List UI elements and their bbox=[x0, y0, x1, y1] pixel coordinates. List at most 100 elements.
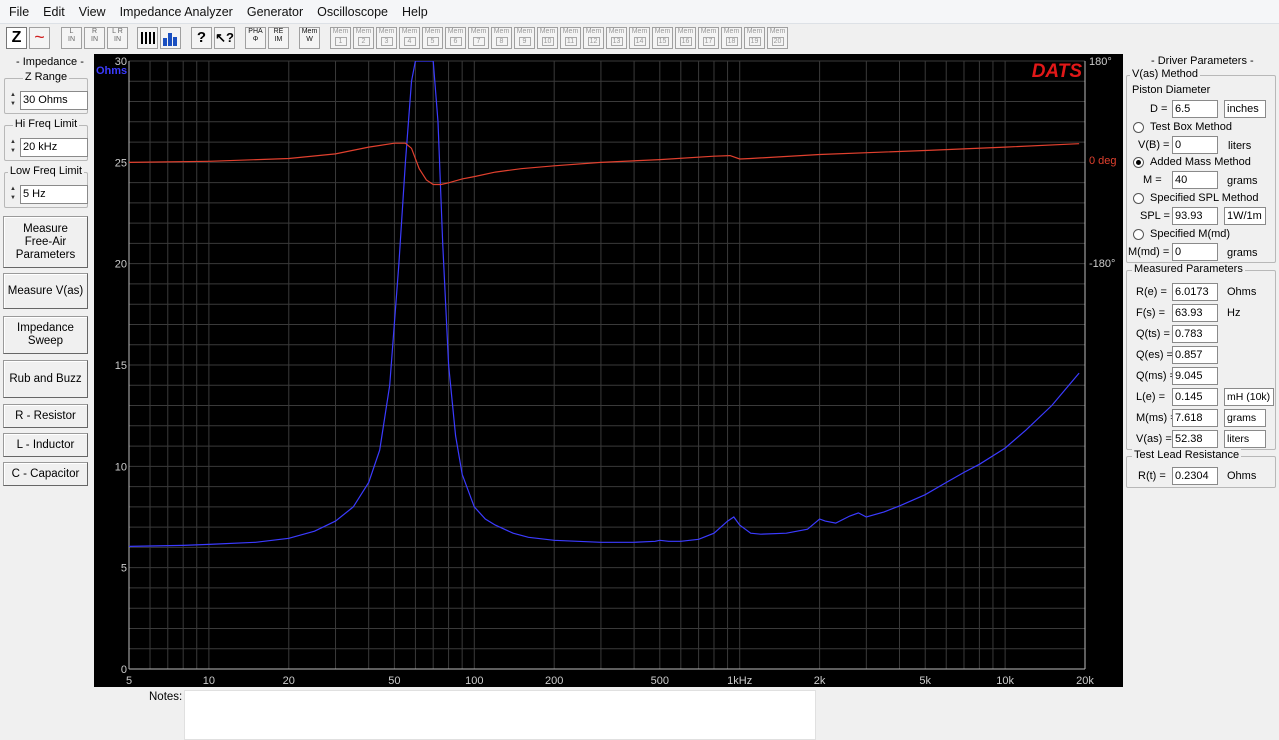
lr-input-button[interactable]: L R IN bbox=[107, 27, 128, 49]
lr-input-button-label: L R IN bbox=[112, 28, 123, 43]
waveform-mode-button[interactable]: ~ bbox=[29, 27, 50, 49]
memory-slot-button[interactable]: Mem 19 bbox=[744, 27, 765, 49]
toolbar: Z ~ L IN R IN L R IN? ↖? PHA Φ RE IM Mem W Mem 1 Me… bbox=[0, 24, 1279, 54]
low-freq-spinner[interactable]: ▲ ▼ 5 Hz bbox=[8, 185, 88, 204]
memory-slot-button[interactable]: Mem 4 bbox=[399, 27, 420, 49]
spl-input[interactable]: 93.93 bbox=[1172, 207, 1218, 225]
hi-freq-spinner[interactable]: ▲ ▼ 20 kHz bbox=[8, 138, 88, 157]
left-input-button[interactable]: L IN bbox=[61, 27, 82, 49]
menu-generator[interactable]: Generator bbox=[240, 5, 310, 19]
spinner-arrows-icon[interactable]: ▲ ▼ bbox=[8, 91, 18, 110]
added-mass-input[interactable]: 40 bbox=[1172, 171, 1218, 189]
memory-slot-number: 3 bbox=[380, 37, 393, 46]
menu-oscilloscope[interactable]: Oscilloscope bbox=[310, 5, 395, 19]
spl-label: SPL = bbox=[1140, 210, 1170, 222]
vb-input[interactable]: 0 bbox=[1172, 136, 1218, 154]
z-range-value[interactable]: 30 Ohms bbox=[20, 91, 88, 110]
phase-button[interactable]: PHA Φ bbox=[245, 27, 266, 49]
param-unit[interactable]: mH (10k) bbox=[1224, 388, 1274, 406]
y-tick-label: 5 bbox=[121, 563, 127, 575]
mmd-label: M(md) = bbox=[1128, 246, 1170, 258]
added-mass-radio[interactable] bbox=[1133, 157, 1144, 168]
z-range-group: Z Range ▲ ▼ 30 Ohms bbox=[4, 71, 88, 114]
memory-slot-number: 15 bbox=[656, 37, 669, 46]
test-box-radio[interactable] bbox=[1133, 122, 1144, 133]
menu-view[interactable]: View bbox=[72, 5, 113, 19]
memory-slot-button[interactable]: Mem 16 bbox=[675, 27, 696, 49]
piston-diameter-input[interactable]: 6.5 bbox=[1172, 100, 1218, 118]
y-tick-label: 15 bbox=[115, 360, 127, 372]
memory-slot-button[interactable]: Mem 3 bbox=[376, 27, 397, 49]
impedance-mode-button[interactable]: Z bbox=[6, 27, 27, 49]
memory-slot-button[interactable]: Mem 8 bbox=[491, 27, 512, 49]
help-icon: ? bbox=[196, 29, 207, 46]
impedance-sweep-button[interactable]: Impedance Sweep bbox=[3, 316, 88, 354]
memory-slot-button[interactable]: Mem 12 bbox=[583, 27, 604, 49]
menu-edit[interactable]: Edit bbox=[36, 5, 72, 19]
measure-vas-button[interactable]: Measure V(as) bbox=[3, 273, 88, 309]
right-input-button[interactable]: R IN bbox=[84, 27, 105, 49]
mmd-method-radio[interactable] bbox=[1133, 229, 1144, 240]
param-unit[interactable]: liters bbox=[1224, 430, 1266, 448]
x-tick-label: 5k bbox=[919, 675, 931, 687]
memory-slot-button[interactable]: Mem 14 bbox=[629, 27, 650, 49]
low-freq-label: Low Freq Limit bbox=[7, 165, 85, 177]
measure-free-air-button[interactable]: Measure Free-Air Parameters bbox=[3, 216, 88, 268]
context-help-button[interactable]: ↖? bbox=[214, 27, 235, 49]
mmd-input[interactable]: 0 bbox=[1172, 243, 1218, 261]
param-value: 6.0173 bbox=[1172, 283, 1218, 301]
memory-slot-button[interactable]: Mem 10 bbox=[537, 27, 558, 49]
real-imag-button-label: RE IM bbox=[273, 28, 284, 43]
spinner-arrows-icon[interactable]: ▲ ▼ bbox=[8, 185, 18, 204]
spinner-arrows-icon[interactable]: ▲ ▼ bbox=[8, 138, 18, 157]
phase-axis-label: -180° bbox=[1089, 258, 1115, 270]
memory-slot-label: Mem bbox=[355, 28, 372, 35]
vb-label: V(B) = bbox=[1138, 139, 1170, 151]
memory-slot-button[interactable]: Mem 13 bbox=[606, 27, 627, 49]
memory-slot-number: 5 bbox=[426, 37, 439, 46]
menu-help[interactable]: Help bbox=[395, 5, 435, 19]
menu-impedance-analyzer[interactable]: Impedance Analyzer bbox=[113, 5, 240, 19]
resistor-button[interactable]: R - Resistor bbox=[3, 404, 88, 428]
spl-method-radio[interactable] bbox=[1133, 193, 1144, 204]
histogram-view-button[interactable] bbox=[160, 27, 181, 49]
driver-params-title: - Driver Parameters - bbox=[1151, 55, 1254, 67]
memory-write-button-label: Mem W bbox=[301, 28, 318, 43]
inductor-button[interactable]: L - Inductor bbox=[3, 433, 88, 457]
param-unit[interactable]: grams bbox=[1224, 409, 1266, 427]
memory-slot-button[interactable]: Mem 20 bbox=[767, 27, 788, 49]
low-freq-value[interactable]: 5 Hz bbox=[20, 185, 88, 204]
diameter-unit-select[interactable]: inches bbox=[1224, 100, 1266, 118]
real-imag-button[interactable]: RE IM bbox=[268, 27, 289, 49]
help-button[interactable]: ? bbox=[191, 27, 212, 49]
memory-slot-button[interactable]: Mem 18 bbox=[721, 27, 742, 49]
memory-slot-number: 16 bbox=[679, 37, 692, 46]
impedance-title: - Impedance - bbox=[16, 56, 84, 68]
hi-freq-value[interactable]: 20 kHz bbox=[20, 138, 88, 157]
x-tick-label: 10k bbox=[996, 675, 1014, 687]
capacitor-button[interactable]: C - Capacitor bbox=[3, 462, 88, 486]
memory-slot-button[interactable]: Mem 15 bbox=[652, 27, 673, 49]
memory-slot-button[interactable]: Mem 17 bbox=[698, 27, 719, 49]
memory-slot-number: 19 bbox=[748, 37, 761, 46]
memory-slot-button[interactable]: Mem 9 bbox=[514, 27, 535, 49]
memory-slot-button[interactable]: Mem 7 bbox=[468, 27, 489, 49]
memory-write-button[interactable]: Mem W bbox=[299, 27, 320, 49]
z-range-spinner[interactable]: ▲ ▼ 30 Ohms bbox=[8, 91, 88, 110]
low-freq-group: Low Freq Limit ▲ ▼ 5 Hz bbox=[4, 165, 88, 208]
hi-freq-group: Hi Freq Limit ▲ ▼ 20 kHz bbox=[4, 118, 88, 161]
memory-slot-number: 7 bbox=[472, 37, 485, 46]
menu-file[interactable]: File bbox=[2, 5, 36, 19]
memory-slot-label: Mem bbox=[585, 28, 602, 35]
memory-slot-button[interactable]: Mem 5 bbox=[422, 27, 443, 49]
impedance-panel: - Impedance - Z Range ▲ ▼ 30 Ohms Hi Freq… bbox=[0, 54, 94, 494]
bars-view-button[interactable] bbox=[137, 27, 158, 49]
memory-slot-button[interactable]: Mem 1 bbox=[330, 27, 351, 49]
memory-slot-label: Mem bbox=[332, 28, 349, 35]
rub-buzz-button[interactable]: Rub and Buzz bbox=[3, 360, 88, 398]
notes-field[interactable] bbox=[184, 690, 816, 740]
memory-slot-button[interactable]: Mem 2 bbox=[353, 27, 374, 49]
spl-unit-select[interactable]: 1W/1m bbox=[1224, 207, 1266, 225]
memory-slot-button[interactable]: Mem 11 bbox=[560, 27, 581, 49]
memory-slot-button[interactable]: Mem 6 bbox=[445, 27, 466, 49]
